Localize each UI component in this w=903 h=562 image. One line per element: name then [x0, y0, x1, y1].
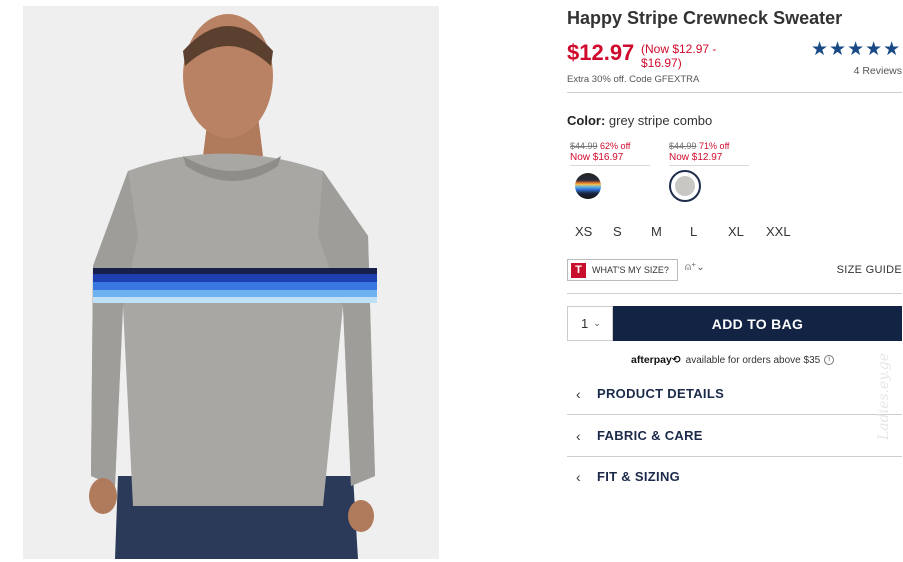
chevron-left-icon: ‹: [576, 468, 581, 485]
swatch-price-info: $44.99 71% off: [669, 141, 749, 152]
size-option-xs[interactable]: XS: [575, 224, 613, 239]
whats-my-size-button[interactable]: T WHAT'S MY SIZE?: [567, 259, 678, 281]
info-icon[interactable]: i: [824, 355, 835, 365]
accordion-fit-sizing[interactable]: ‹ FIT & SIZING: [567, 456, 902, 497]
watermark: Ladies.ey.ge: [876, 352, 892, 440]
discount-percent: 71% off: [699, 141, 730, 151]
size-option-s[interactable]: S: [613, 224, 651, 239]
swatch-price-info: $44.99 62% off: [570, 141, 650, 152]
accordion-product-details[interactable]: ‹ PRODUCT DETAILS: [567, 373, 902, 414]
size-option-l[interactable]: L: [690, 224, 728, 239]
add-to-bag-button[interactable]: ADD TO BAG: [613, 306, 902, 341]
size-guide-link[interactable]: SIZE GUIDE: [837, 264, 902, 276]
color-option-navy[interactable]: $44.99 62% off Now $16.97: [570, 141, 650, 199]
original-price: $44.99: [669, 141, 697, 151]
afterpay-notice: afterpay⟲ available for orders above $35…: [631, 354, 835, 366]
divider: [567, 92, 902, 93]
reviews-link[interactable]: 4 Reviews: [854, 65, 902, 77]
size-selector: XS S M L XL XXL: [575, 224, 806, 239]
color-option-grey[interactable]: $44.99 71% off Now $12.97: [669, 141, 749, 202]
whats-my-size-label: WHAT'S MY SIZE?: [592, 265, 669, 275]
size-option-m[interactable]: M: [651, 224, 690, 239]
chevron-left-icon: ‹: [576, 427, 581, 444]
navy-stripe-swatch[interactable]: [575, 173, 601, 199]
quantity-value: 1: [581, 316, 589, 331]
grey-swatch-fill: [675, 176, 695, 196]
divider: [567, 293, 902, 294]
color-selection-label: Color: grey stripe combo: [567, 113, 712, 128]
promo-code-text: Extra 30% off. Code GFEXTRA: [567, 74, 700, 85]
accordion-label: PRODUCT DETAILS: [597, 386, 725, 401]
accordion-fabric-care[interactable]: ‹ FABRIC & CARE: [567, 415, 902, 456]
color-label: Color:: [567, 113, 606, 128]
color-value: grey stripe combo: [608, 113, 713, 128]
afterpay-text: available for orders above $35: [685, 354, 821, 366]
original-price: $44.99: [570, 141, 598, 151]
accordion-label: FIT & SIZING: [597, 469, 681, 484]
product-details-panel: Happy Stripe Crewneck Sweater $12.97 (No…: [567, 0, 903, 562]
grey-stripe-swatch-selected[interactable]: [669, 170, 701, 202]
product-image[interactable]: [23, 6, 439, 559]
product-title: Happy Stripe Crewneck Sweater: [567, 8, 843, 28]
chevron-down-icon: ⌄: [593, 318, 601, 328]
true-fit-logo-icon: T: [571, 262, 586, 278]
size-option-xl[interactable]: XL: [728, 224, 766, 239]
accordion-label: FABRIC & CARE: [597, 428, 703, 443]
profile-dropdown-icon[interactable]: ⍝⁺⌄: [685, 262, 705, 273]
quantity-select[interactable]: 1 ⌄: [567, 306, 613, 341]
discount-percent: 62% off: [600, 141, 631, 151]
price-range: (Now $12.97 - $16.97): [641, 42, 717, 70]
size-option-xxl[interactable]: XXL: [766, 224, 806, 239]
swatch-now-price: Now $16.97: [570, 152, 650, 166]
chevron-left-icon: ‹: [576, 385, 581, 402]
afterpay-logo: afterpay⟲: [631, 354, 681, 366]
sale-price: $12.97: [567, 40, 635, 65]
model-wearing-sweater-illustration: [23, 6, 439, 559]
swatch-now-price: Now $12.97: [669, 152, 749, 166]
rating-stars[interactable]: ★★★★★: [811, 38, 901, 61]
